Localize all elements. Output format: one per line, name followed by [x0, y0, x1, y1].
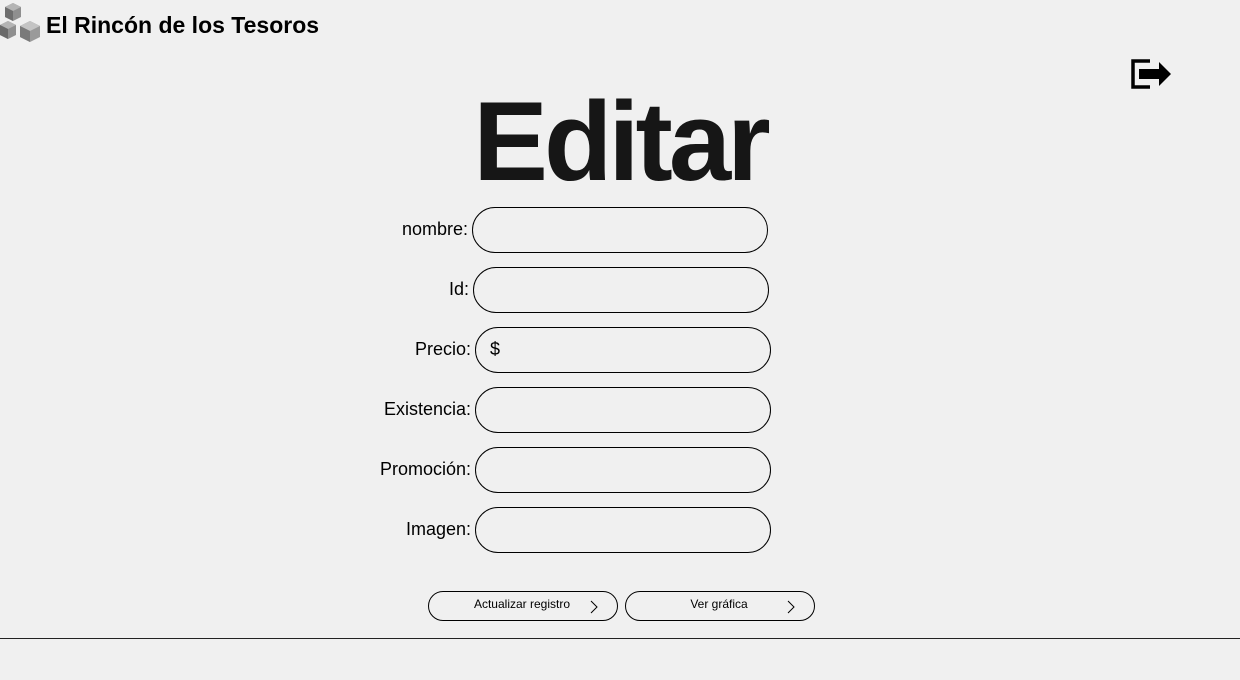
cubes-logo-icon [0, 3, 40, 42]
chevron-right-icon [787, 600, 795, 614]
update-record-button[interactable]: Actualizar registro [428, 591, 618, 621]
imagen-input[interactable] [475, 507, 771, 553]
brand-name: El Rincón de los Tesoros [46, 11, 320, 38]
existencia-input[interactable] [475, 387, 771, 433]
nombre-input[interactable] [472, 207, 768, 253]
view-chart-label: Ver gráfica [690, 597, 748, 611]
promocion-label: Promoción: [379, 459, 471, 479]
footer-divider [0, 638, 1240, 639]
promocion-input[interactable] [475, 447, 771, 493]
precio-input[interactable] [475, 327, 771, 373]
precio-label: Precio: [414, 339, 471, 359]
id-input[interactable] [473, 267, 769, 313]
nombre-label: nombre: [401, 219, 468, 239]
existencia-label: Existencia: [383, 399, 471, 419]
id-label: Id: [448, 279, 469, 299]
page-title: Editar [473, 79, 770, 204]
chevron-right-icon [590, 600, 598, 614]
view-chart-button[interactable]: Ver gráfica [625, 591, 815, 621]
update-record-label: Actualizar registro [473, 597, 571, 611]
currency-prefix: $ [490, 339, 501, 359]
brand: El Rincón de los Tesoros [0, 0, 319, 44]
imagen-label: Imagen: [405, 519, 471, 539]
